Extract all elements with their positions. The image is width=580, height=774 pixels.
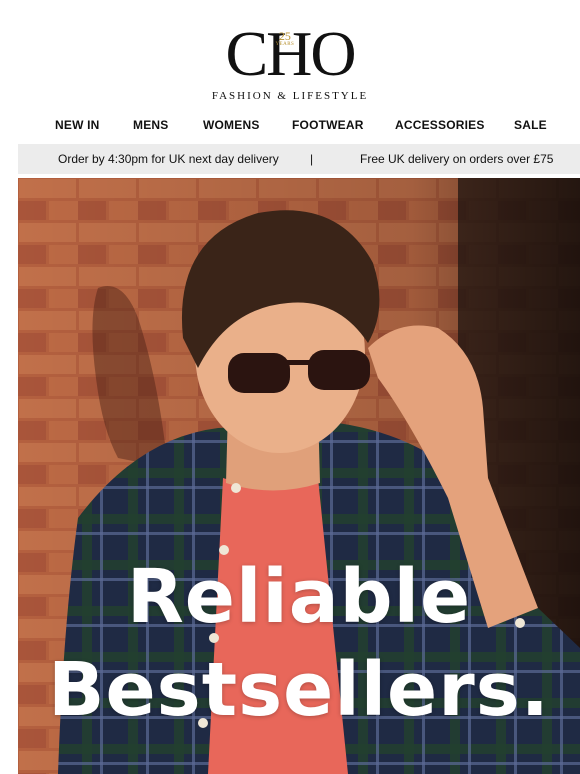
- nav-item-footwear[interactable]: FOOTWEAR: [292, 118, 364, 132]
- badge-word: YEARS: [275, 42, 295, 47]
- email-header: CHO 25 YEARS FASHION & LIFESTYLE: [0, 0, 580, 110]
- anniversary-badge: 25 YEARS: [275, 30, 294, 47]
- nav-item-accessories[interactable]: ACCESSORIES: [395, 118, 485, 132]
- bar-separator: |: [310, 152, 314, 166]
- nav-item-new-in[interactable]: NEW IN: [55, 118, 100, 132]
- hero-banner[interactable]: Reliable Bestsellers.: [18, 178, 580, 774]
- brand-tagline: FASHION & LIFESTYLE: [211, 90, 369, 102]
- main-navigation: NEW IN MENS WOMENS FOOTWEAR ACCESSORIES …: [0, 118, 580, 136]
- nav-item-mens[interactable]: MENS: [133, 118, 168, 132]
- delivery-info-bar: Order by 4:30pm for UK next day delivery…: [18, 144, 580, 174]
- logo-wordmark: CHO 25 YEARS: [225, 22, 356, 86]
- nav-item-sale[interactable]: SALE: [514, 118, 547, 132]
- brand-logo[interactable]: CHO 25 YEARS: [0, 22, 580, 86]
- nav-item-womens[interactable]: WOMENS: [203, 118, 260, 132]
- free-delivery-text: Free UK delivery on orders over £75: [360, 152, 554, 166]
- hero-headline-line-1: Reliable: [126, 554, 472, 640]
- hero-headline-line-2: Bestsellers.: [48, 647, 550, 733]
- badge-number: 25: [278, 29, 291, 43]
- next-day-delivery-text: Order by 4:30pm for UK next day delivery: [58, 152, 279, 166]
